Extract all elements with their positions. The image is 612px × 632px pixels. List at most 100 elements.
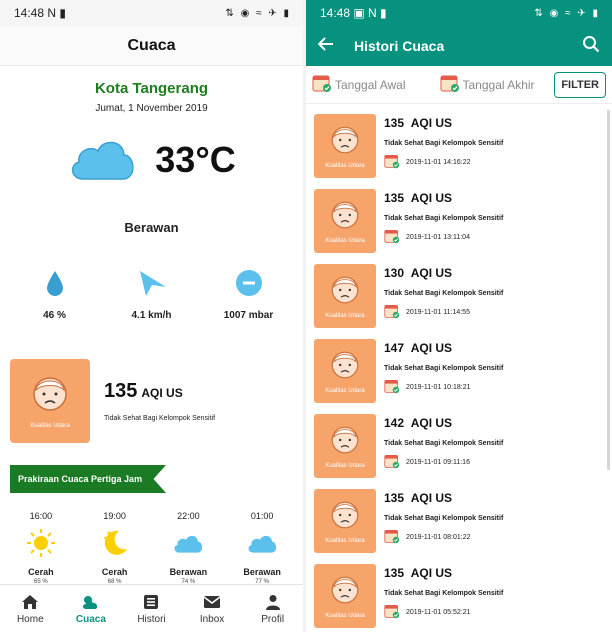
aqi-value: 130: [384, 266, 405, 280]
air-quality-badge: Kualitas Udara: [314, 414, 376, 478]
history-item-info: 130 AQI US Tidak Sehat Bagi Kelompok Sens…: [384, 260, 503, 321]
history-list: Kualitas Udara 135 AQI US Tidak Sehat Bagi…: [306, 110, 606, 632]
forecast-time: 16:00: [29, 511, 53, 521]
moon-stars-icon: [99, 525, 131, 561]
calendar-icon: [440, 73, 460, 96]
face-icon: [30, 374, 70, 419]
air-quality-badge: Kualitas Udara: [314, 114, 376, 178]
end-date-picker[interactable]: Tanggal Akhir: [440, 73, 535, 96]
air-quality-card[interactable]: Kualitas Udara 135 AQI US Tidak Sehat Bag…: [10, 359, 303, 443]
air-quality-info: 135 AQI US Tidak Sehat Bagi Kelompok Sens…: [104, 380, 215, 422]
history-screen: 14:48 ▣ N ▮ ⇅ ◉ ≈ ✈ ▮ Histori Cuaca Tang…: [306, 0, 612, 632]
forecast-item: 19:00 Cerah 68 %: [82, 511, 148, 585]
history-timestamp: 2019-11-01 10:18:21: [406, 383, 471, 391]
aqi-description: Tidak Sehat Bagi Kelompok Sensitif: [384, 515, 504, 522]
calendar-icon: [312, 73, 332, 96]
air-quality-badge-label: Kualitas Udara: [30, 422, 70, 429]
nav-history[interactable]: Histori: [123, 593, 179, 625]
aqi-value: 147: [384, 341, 405, 355]
air-quality-badge-label: Kualitas Udara: [325, 237, 365, 244]
status-right-icons: ⇅ ◉ ≈ ✈ ▮: [534, 7, 600, 19]
filter-button[interactable]: FILTER: [554, 71, 606, 98]
history-item[interactable]: Kualitas Udara 135 AQI US Tidak Sehat Bagi…: [306, 560, 606, 632]
forecast-time: 19:00: [103, 511, 126, 521]
history-timestamp: 2019-11-01 09:11:16: [406, 458, 470, 466]
cloud-icon: [172, 525, 204, 561]
search-icon[interactable]: [582, 35, 600, 58]
history-item[interactable]: Kualitas Udara 142 AQI US Tidak Sehat Bagi…: [306, 410, 606, 485]
forecast-item: 22:00 Berawan 74 %: [155, 511, 221, 585]
history-item-info: 147 AQI US Tidak Sehat Bagi Kelompok Sens…: [384, 335, 503, 396]
nav-label: Histori: [137, 613, 166, 625]
aqi-value: 135: [384, 566, 405, 580]
aqi-unit: AQI US: [410, 266, 453, 280]
aqi-description: Tidak Sehat Bagi Kelompok Sensitif: [384, 140, 504, 147]
nav-weather[interactable]: Cuaca: [63, 593, 119, 625]
history-item-info: 135 AQI US Tidak Sehat Bagi Kelompok Sens…: [384, 185, 503, 246]
status-left-icons: ▣ N ▮: [353, 6, 387, 20]
forecast-item: 01:00 Berawan 77 %: [229, 511, 295, 585]
face-icon: [329, 349, 361, 386]
scrollbar[interactable]: [607, 110, 610, 470]
forecast-condition: Berawan: [169, 567, 208, 577]
aqi-unit: AQI US: [410, 566, 453, 580]
aqi-value: 135: [384, 116, 405, 130]
air-quality-badge-label: Kualitas Udara: [325, 312, 365, 319]
face-icon: [329, 424, 361, 461]
forecast-item: 16:00 Cerah 65 %: [8, 511, 74, 585]
forecast-condition: Berawan: [243, 567, 281, 577]
wind-metric: 4.1 km/h: [107, 269, 197, 321]
air-quality-badge-label: Kualitas Udara: [325, 162, 365, 169]
air-quality-badge: Kualitas Udara: [314, 339, 376, 403]
app-bar: Histori Cuaca: [306, 26, 612, 66]
forecast-time: 01:00: [250, 511, 274, 521]
nav-label: Profil: [261, 613, 285, 625]
air-quality-badge: Kualitas Udara: [10, 359, 90, 443]
status-time: 14:48: [320, 6, 351, 20]
air-quality-badge: Kualitas Udara: [314, 564, 376, 628]
humidity-value: 46 %: [43, 310, 66, 321]
start-date-picker[interactable]: Tanggal Awal: [312, 73, 406, 96]
weather-condition: Berawan: [124, 220, 179, 235]
wind-value: 4.1 km/h: [131, 310, 172, 321]
forecast-section-title: Prakiraan Cuaca Pertiga Jam: [10, 465, 166, 493]
nav-profile[interactable]: Profil: [245, 593, 301, 625]
nav-label: Inbox: [199, 613, 225, 625]
air-quality-badge-label: Kualitas Udara: [325, 462, 365, 469]
nav-inbox[interactable]: Inbox: [184, 593, 240, 625]
page-title: Histori Cuaca: [354, 38, 445, 54]
history-timestamp: 2019-11-01 13:11:04: [406, 233, 470, 241]
calendar-icon: [384, 528, 400, 546]
sun-icon: [25, 525, 57, 561]
status-time: 14:48: [14, 6, 45, 20]
history-item-info: 142 AQI US Tidak Sehat Bagi Kelompok Sens…: [384, 410, 503, 471]
face-icon: [329, 574, 361, 611]
pressure-metric: 1007 mbar: [204, 269, 294, 321]
nav-home[interactable]: Home: [2, 593, 58, 625]
aqi-description: Tidak Sehat Bagi Kelompok Sensitif: [384, 590, 504, 597]
status-bar: 14:48 ▣ N ▮ ⇅ ◉ ≈ ✈ ▮: [306, 0, 612, 26]
aqi-description: Tidak Sehat Bagi Kelompok Sensitif: [384, 215, 504, 222]
aqi-description: Tidak Sehat Bagi Kelompok Sensitif: [384, 290, 504, 297]
face-icon: [329, 124, 361, 161]
history-item[interactable]: Kualitas Udara 135 AQI US Tidak Sehat Bagi…: [306, 485, 606, 560]
wind-direction-icon: [136, 269, 168, 302]
status-right-icons: ⇅ ◉ ≈ ✈ ▮: [225, 7, 291, 19]
history-timestamp: 2019-11-01 05:52:21: [406, 608, 471, 616]
history-item[interactable]: Kualitas Udara 147 AQI US Tidak Sehat Bagi…: [306, 335, 606, 410]
weather-metrics: 46 % 4.1 km/h 1007 mbar: [0, 269, 303, 321]
face-icon: [329, 274, 361, 311]
back-arrow-icon[interactable]: [317, 36, 334, 56]
aqi-unit: AQI US: [410, 341, 453, 355]
cloud-icon: [67, 135, 137, 186]
history-item[interactable]: Kualitas Udara 135 AQI US Tidak Sehat Bagi…: [306, 185, 606, 260]
history-item[interactable]: Kualitas Udara 135 AQI US Tidak Sehat Bagi…: [306, 110, 606, 185]
aqi-unit: AQI US: [410, 491, 453, 505]
air-quality-badge-label: Kualitas Udara: [325, 612, 365, 619]
history-item[interactable]: Kualitas Udara 130 AQI US Tidak Sehat Bagi…: [306, 260, 606, 335]
aqi-description: Tidak Sehat Bagi Kelompok Sensitif: [384, 365, 504, 372]
humidity-metric: 46 %: [10, 269, 100, 321]
current-date: Jumat, 1 November 2019: [95, 103, 208, 114]
pressure-value: 1007 mbar: [223, 310, 274, 321]
temperature: 33°C: [155, 139, 236, 180]
